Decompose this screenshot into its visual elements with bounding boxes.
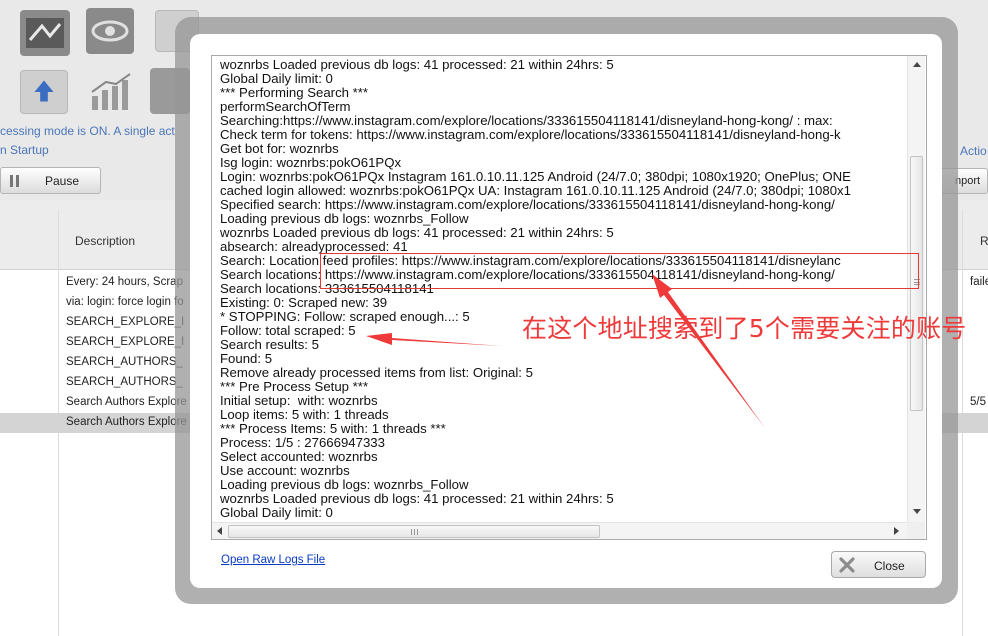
log-line: woznrbs Loaded previous db logs: 41 proc… [220, 491, 614, 506]
log-line: Isg login: woznrbs:pokO61PQx [220, 155, 402, 170]
log-line: Login: woznrbs:pokO61PQx Instagram 161.0… [220, 169, 851, 184]
log-line: *** Process Items: 5 with: 1 threads *** [220, 421, 446, 436]
row-description: SEARCH_AUTHORS_ [66, 356, 183, 368]
log-line: Existing: 0: Scraped new: 39 [220, 295, 388, 310]
close-icon [839, 557, 855, 573]
log-viewer[interactable]: woznrbs Loaded previous db logs: 41 proc… [211, 55, 927, 540]
column-header-description[interactable]: Description [75, 234, 135, 248]
annotation-note: 在这个地址搜索到了5个需要关注的账号 [522, 314, 967, 343]
scroll-down-icon[interactable] [913, 509, 921, 514]
log-line: Check term for tokens: https://www.insta… [220, 127, 841, 142]
horizontal-scrollbar[interactable] [212, 522, 907, 539]
log-line: Loading previous db logs: woznrbs_Follow [220, 211, 469, 226]
log-line: Process: 1/5 : 27666947333 [220, 435, 385, 450]
pause-label: Pause [45, 174, 80, 188]
log-line: performSearchOfTerm [220, 99, 351, 114]
toolbar-eye-icon[interactable] [86, 8, 134, 54]
import-label: nport [955, 175, 981, 187]
row-description: Search Authors Explore [66, 416, 187, 428]
row-description: SEARCH_EXPLORE_I [66, 336, 185, 348]
log-text-area[interactable]: woznrbs Loaded previous db logs: 41 proc… [220, 58, 902, 522]
scroll-up-icon[interactable] [913, 62, 921, 67]
log-line: cached login allowed: woznrbs:pokO61PQx … [220, 183, 851, 198]
log-line: Remove already processed items from list… [220, 365, 533, 380]
toolbar-upload-icon[interactable] [20, 70, 68, 114]
log-line: *** Pre Process Setup *** [220, 379, 369, 394]
log-line: *** Performing Search *** [220, 85, 369, 100]
log-line: woznrbs Loaded previous db logs: 41 proc… [220, 58, 614, 72]
close-label: Close [874, 559, 905, 573]
log-line: Select accounted: woznrbs [220, 449, 378, 464]
processing-mode-info: cessing mode is ON. A single act [0, 124, 175, 138]
annotation-highlight-box [320, 253, 919, 289]
row-description: Search Authors Explore [66, 396, 187, 408]
log-line: Global Daily limit: 0 [220, 505, 333, 520]
row-description: SEARCH_EXPLORE_I [66, 316, 185, 328]
log-line: Initial setup: with: woznrbs [220, 393, 378, 408]
scrollbar-corner [907, 522, 925, 539]
row-result: faile [970, 276, 988, 288]
log-line: Specified search: https://www.instagram.… [220, 197, 835, 212]
pause-icon [10, 175, 20, 187]
horizontal-scroll-thumb[interactable] [228, 525, 600, 538]
log-line: Loop items: 5 with: 1 threads [220, 407, 389, 422]
vertical-scrollbar[interactable] [907, 56, 925, 522]
log-line: Searching:https://www.instagram.com/expl… [220, 113, 833, 128]
open-raw-logs-link[interactable]: Open Raw Logs File [221, 554, 325, 566]
actions-label: Actio [960, 144, 987, 158]
column-header-result[interactable]: R [980, 234, 988, 248]
startup-info: n Startup [0, 143, 49, 157]
row-description: via: login: force login fo [66, 296, 184, 308]
log-line: Global Daily limit: 0 [220, 71, 333, 86]
row-description: SEARCH_AUTHORS_ [66, 376, 183, 388]
toolbar-map-icon[interactable] [20, 10, 70, 56]
grip-icon [411, 529, 418, 535]
toolbar-chart-icon[interactable] [86, 70, 134, 114]
log-line: absearch: alreadyprocessed: 41 [220, 239, 408, 254]
row-result: 5/5 [970, 396, 986, 408]
scroll-right-icon[interactable] [894, 527, 899, 535]
log-line: Use account: woznrbs [220, 463, 350, 478]
log-line: Found: 5 [220, 351, 273, 366]
close-button[interactable]: Close [831, 551, 926, 578]
scroll-left-icon[interactable] [217, 527, 222, 535]
log-line: Loading previous db logs: woznrbs_Follow [220, 477, 469, 492]
log-line: woznrbs Loaded previous db logs: 41 proc… [220, 225, 614, 240]
log-line: Get bot for: woznrbs [220, 141, 339, 156]
pause-button[interactable]: Pause [0, 167, 101, 194]
row-description: Every: 24 hours, Scrap [66, 276, 183, 288]
